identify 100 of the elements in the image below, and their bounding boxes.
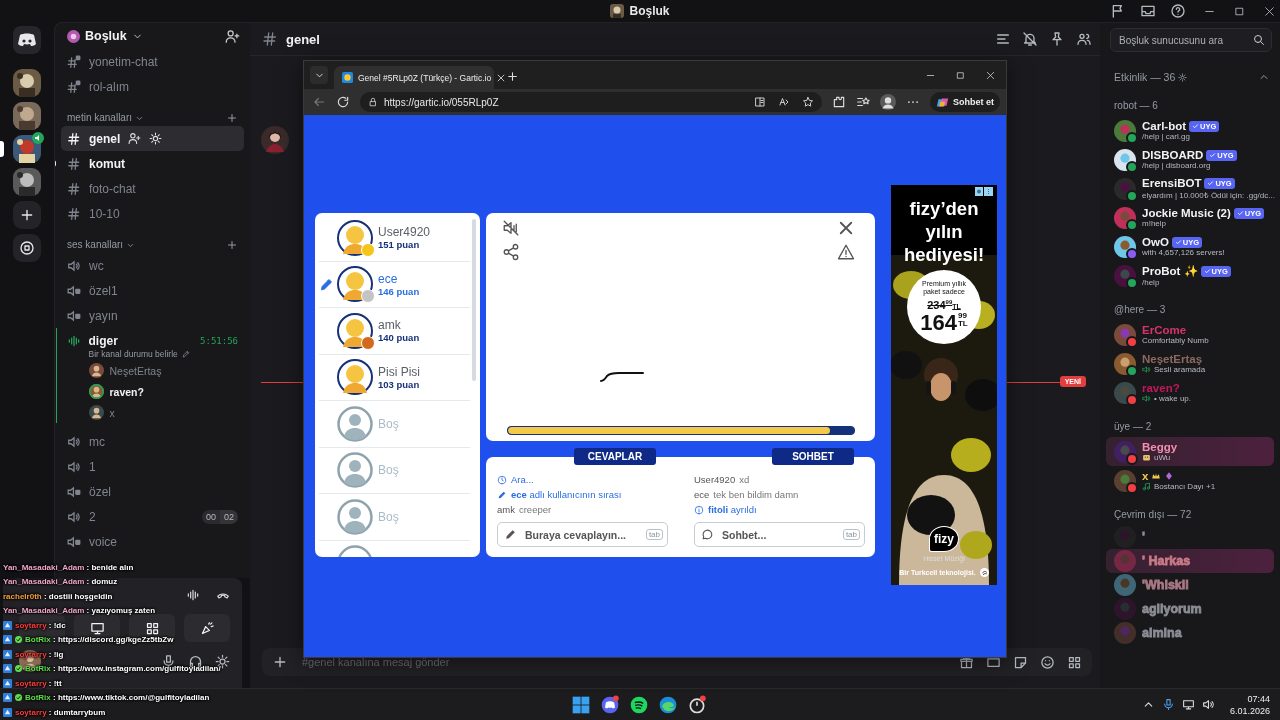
clock-date[interactable]: 6.01.2026: [1229, 704, 1270, 717]
back-icon[interactable]: [312, 95, 326, 109]
member-name[interactable]: ErensiBOT: [1142, 177, 1202, 189]
category-label[interactable]: ses kanalları: [67, 237, 124, 253]
chat-app-icon[interactable]: [600, 694, 620, 715]
soundboard-button[interactable]: [184, 614, 230, 642]
close-icon[interactable]: [837, 219, 855, 237]
browser-icon[interactable]: [658, 694, 678, 715]
help-icon[interactable]: [1170, 3, 1186, 19]
member-banner[interactable]: Beggy uWu: [1106, 437, 1274, 466]
start-icon[interactable]: [571, 694, 591, 715]
add-channel-icon[interactable]: [226, 112, 238, 124]
settings-icon[interactable]: [1178, 72, 1188, 82]
invite-icon[interactable]: [225, 28, 240, 44]
message-input[interactable]: #genel kanalına mesaj gönder: [300, 655, 947, 669]
volume-icon[interactable]: [1201, 698, 1215, 711]
channel-name[interactable]: mc: [89, 434, 105, 449]
channel-name[interactable]: diger: [88, 333, 118, 348]
explore-button[interactable]: [13, 234, 41, 262]
member-name[interactable]: Carl-bot: [1142, 120, 1187, 132]
clock-time[interactable]: 07:44: [1247, 692, 1270, 705]
answer-field[interactable]: Buraya cevaplayın... tab: [497, 522, 668, 547]
add-attachment-icon[interactable]: [272, 654, 288, 670]
answer-input[interactable]: Buraya cevaplayın...: [523, 527, 640, 542]
chat-app-logo[interactable]: [13, 26, 41, 54]
app-icon[interactable]: [687, 694, 707, 715]
channel-name[interactable]: 2: [89, 509, 96, 524]
pin-icon[interactable]: [1049, 31, 1065, 47]
avatar[interactable]: [337, 312, 373, 349]
pencil-icon[interactable]: [181, 349, 190, 358]
member-name[interactable]: almina: [1142, 626, 1182, 640]
read-aloud-icon[interactable]: [778, 96, 790, 108]
threads-icon[interactable]: [995, 31, 1011, 47]
member-name[interactable]: OwO: [1142, 236, 1169, 248]
member-name[interactable]: x: [1142, 470, 1149, 482]
copilot-button[interactable]: Sohbet et: [930, 92, 1000, 112]
new-tab-icon[interactable]: [506, 70, 519, 83]
voice-user-name[interactable]: x: [109, 406, 115, 419]
ad-choices-icon[interactable]: [975, 187, 993, 196]
channel-name[interactable]: voice: [89, 534, 117, 549]
mute-icon[interactable]: [502, 219, 520, 237]
channel-name[interactable]: komut: [89, 156, 125, 171]
address-bar[interactable]: https://gartic.io/055RLp0Z: [360, 92, 822, 112]
close-icon[interactable]: [1263, 4, 1276, 18]
microphone-icon[interactable]: [1161, 698, 1175, 711]
channel-name[interactable]: foto-chat: [89, 181, 136, 196]
member-name[interactable]: ': [1142, 530, 1145, 544]
avatar[interactable]: [337, 359, 373, 396]
music-app-icon[interactable]: [629, 694, 649, 715]
voice-user-name[interactable]: NeşetErtaş: [109, 364, 162, 377]
member-name[interactable]: Beggy: [1142, 441, 1178, 453]
member-banner[interactable]: ' Harkas: [1106, 549, 1274, 573]
url-text[interactable]: https://gartic.io/055RLp0Z: [384, 96, 742, 108]
channel-name[interactable]: rol-alım: [89, 79, 129, 94]
tab-list-button[interactable]: [310, 66, 328, 84]
avatar[interactable]: [337, 219, 373, 256]
close-icon[interactable]: [985, 69, 996, 81]
waveform-icon[interactable]: [186, 588, 200, 602]
maximize-icon[interactable]: [955, 69, 966, 81]
member-name[interactable]: Jockie Music (2): [1142, 207, 1231, 219]
channel-name[interactable]: özel1: [89, 283, 118, 298]
channel-name[interactable]: wc: [89, 258, 104, 273]
channel-name[interactable]: genel: [89, 131, 121, 146]
voice-user-name[interactable]: raven?: [109, 385, 144, 398]
emoji-icon[interactable]: [1040, 654, 1055, 670]
tab-title[interactable]: Genel #5RLp0Z (Türkçe) - Gartic.io: [358, 72, 492, 83]
channel-name[interactable]: 10-10: [89, 206, 120, 221]
member-name[interactable]: NeşetErtaş: [1142, 353, 1203, 365]
search-input[interactable]: Boşluk sunucusunu ara: [1117, 33, 1253, 47]
channel-name[interactable]: yonetim-chat: [89, 54, 158, 69]
member-name[interactable]: DISBOARD: [1142, 149, 1204, 161]
member-name[interactable]: ' Harkas: [1142, 554, 1191, 568]
members-icon[interactable]: [1076, 31, 1092, 47]
add-channel-icon[interactable]: [226, 239, 238, 251]
activity-header[interactable]: Etkinlik — 36: [1114, 71, 1176, 83]
apps-icon[interactable]: [1067, 654, 1082, 670]
invite-icon[interactable]: [128, 132, 142, 145]
member-name[interactable]: 'Whiskii: [1142, 578, 1189, 592]
channel-name[interactable]: 1: [89, 459, 96, 474]
channel-name[interactable]: özel: [89, 484, 111, 499]
avatar[interactable]: [337, 266, 373, 303]
channel-status[interactable]: Bir kanal durumu belirle: [88, 348, 178, 359]
favorites-icon[interactable]: [856, 95, 870, 109]
warning-icon[interactable]: [837, 243, 855, 261]
member-name[interactable]: agliyorum: [1142, 602, 1202, 616]
close-tab-icon[interactable]: [496, 72, 507, 83]
search-field[interactable]: Boşluk sunucusunu ara: [1110, 28, 1272, 52]
add-server-button[interactable]: [13, 201, 41, 229]
split-screen-icon[interactable]: [754, 96, 766, 108]
category-label[interactable]: metin kanalları: [67, 110, 133, 126]
scrollbar[interactable]: [472, 219, 476, 381]
star-icon[interactable]: [802, 96, 814, 108]
channel-highlight[interactable]: genel: [61, 126, 244, 151]
avatar[interactable]: [261, 126, 289, 154]
sticker-icon[interactable]: [1013, 654, 1028, 670]
mute-bell-icon[interactable]: [1022, 31, 1038, 47]
share-icon[interactable]: [502, 243, 520, 261]
chat-input[interactable]: Sohbet...: [720, 527, 837, 542]
inbox-icon[interactable]: [1140, 3, 1156, 19]
server-name[interactable]: Boşluk: [85, 29, 127, 43]
